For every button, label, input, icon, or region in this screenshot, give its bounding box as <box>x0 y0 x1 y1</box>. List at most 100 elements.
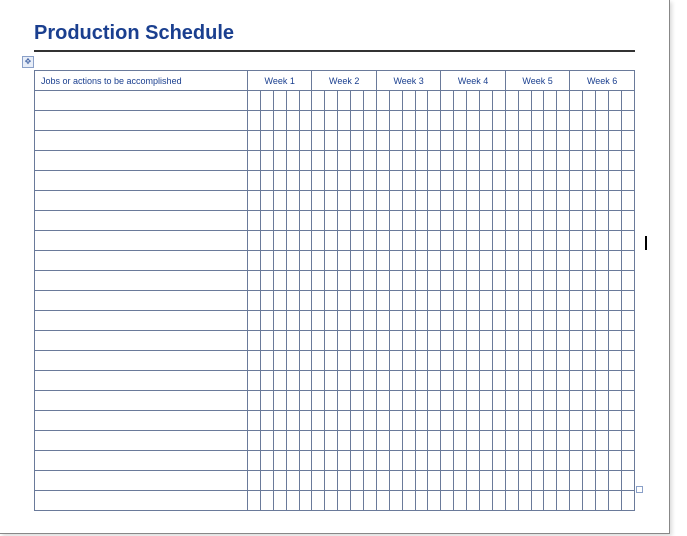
day-cell[interactable] <box>248 211 261 231</box>
day-cell[interactable] <box>544 131 557 151</box>
day-cell[interactable] <box>492 251 505 271</box>
day-cell[interactable] <box>376 371 389 391</box>
day-cell[interactable] <box>596 231 609 251</box>
day-cell[interactable] <box>531 291 544 311</box>
day-cell[interactable] <box>621 411 634 431</box>
day-cell[interactable] <box>364 91 377 111</box>
day-cell[interactable] <box>312 171 325 191</box>
day-cell[interactable] <box>299 251 312 271</box>
day-cell[interactable] <box>544 291 557 311</box>
day-cell[interactable] <box>312 211 325 231</box>
day-cell[interactable] <box>389 431 402 451</box>
day-cell[interactable] <box>286 351 299 371</box>
day-cell[interactable] <box>492 411 505 431</box>
day-cell[interactable] <box>492 371 505 391</box>
day-cell[interactable] <box>286 391 299 411</box>
day-cell[interactable] <box>273 411 286 431</box>
day-cell[interactable] <box>364 111 377 131</box>
job-cell[interactable] <box>35 171 248 191</box>
day-cell[interactable] <box>273 191 286 211</box>
day-cell[interactable] <box>583 271 596 291</box>
day-cell[interactable] <box>299 431 312 451</box>
day-cell[interactable] <box>480 271 493 291</box>
table-row[interactable] <box>35 471 635 491</box>
day-cell[interactable] <box>273 151 286 171</box>
day-cell[interactable] <box>531 111 544 131</box>
day-cell[interactable] <box>467 491 480 511</box>
day-cell[interactable] <box>621 191 634 211</box>
day-cell[interactable] <box>492 471 505 491</box>
day-cell[interactable] <box>389 411 402 431</box>
day-cell[interactable] <box>389 471 402 491</box>
day-cell[interactable] <box>248 351 261 371</box>
day-cell[interactable] <box>312 371 325 391</box>
day-cell[interactable] <box>570 471 583 491</box>
day-cell[interactable] <box>531 471 544 491</box>
day-cell[interactable] <box>312 451 325 471</box>
day-cell[interactable] <box>570 171 583 191</box>
day-cell[interactable] <box>402 251 415 271</box>
day-cell[interactable] <box>570 311 583 331</box>
day-cell[interactable] <box>389 191 402 211</box>
day-cell[interactable] <box>518 491 531 511</box>
day-cell[interactable] <box>338 91 351 111</box>
day-cell[interactable] <box>312 471 325 491</box>
day-cell[interactable] <box>325 471 338 491</box>
day-cell[interactable] <box>570 271 583 291</box>
day-cell[interactable] <box>389 491 402 511</box>
day-cell[interactable] <box>338 111 351 131</box>
day-cell[interactable] <box>428 231 441 251</box>
day-cell[interactable] <box>454 491 467 511</box>
day-cell[interactable] <box>273 351 286 371</box>
day-cell[interactable] <box>260 471 273 491</box>
day-cell[interactable] <box>480 351 493 371</box>
day-cell[interactable] <box>608 211 621 231</box>
day-cell[interactable] <box>299 91 312 111</box>
day-cell[interactable] <box>544 311 557 331</box>
job-cell[interactable] <box>35 131 248 151</box>
day-cell[interactable] <box>608 351 621 371</box>
day-cell[interactable] <box>544 271 557 291</box>
day-cell[interactable] <box>596 171 609 191</box>
day-cell[interactable] <box>389 251 402 271</box>
day-cell[interactable] <box>338 311 351 331</box>
day-cell[interactable] <box>248 191 261 211</box>
day-cell[interactable] <box>583 231 596 251</box>
day-cell[interactable] <box>325 351 338 371</box>
job-cell[interactable] <box>35 391 248 411</box>
day-cell[interactable] <box>351 231 364 251</box>
day-cell[interactable] <box>608 411 621 431</box>
day-cell[interactable] <box>376 211 389 231</box>
day-cell[interactable] <box>467 271 480 291</box>
day-cell[interactable] <box>454 211 467 231</box>
day-cell[interactable] <box>312 411 325 431</box>
day-cell[interactable] <box>608 191 621 211</box>
day-cell[interactable] <box>338 151 351 171</box>
day-cell[interactable] <box>531 371 544 391</box>
day-cell[interactable] <box>364 471 377 491</box>
day-cell[interactable] <box>325 191 338 211</box>
day-cell[interactable] <box>376 291 389 311</box>
day-cell[interactable] <box>260 391 273 411</box>
day-cell[interactable] <box>260 111 273 131</box>
day-cell[interactable] <box>364 431 377 451</box>
day-cell[interactable] <box>402 311 415 331</box>
day-cell[interactable] <box>325 131 338 151</box>
table-row[interactable] <box>35 431 635 451</box>
day-cell[interactable] <box>596 431 609 451</box>
day-cell[interactable] <box>518 451 531 471</box>
day-cell[interactable] <box>389 291 402 311</box>
day-cell[interactable] <box>621 331 634 351</box>
day-cell[interactable] <box>518 271 531 291</box>
table-row[interactable] <box>35 191 635 211</box>
day-cell[interactable] <box>557 351 570 371</box>
day-cell[interactable] <box>273 451 286 471</box>
day-cell[interactable] <box>338 391 351 411</box>
day-cell[interactable] <box>557 471 570 491</box>
day-cell[interactable] <box>583 91 596 111</box>
day-cell[interactable] <box>531 271 544 291</box>
day-cell[interactable] <box>480 451 493 471</box>
day-cell[interactable] <box>480 491 493 511</box>
day-cell[interactable] <box>557 431 570 451</box>
day-cell[interactable] <box>570 131 583 151</box>
